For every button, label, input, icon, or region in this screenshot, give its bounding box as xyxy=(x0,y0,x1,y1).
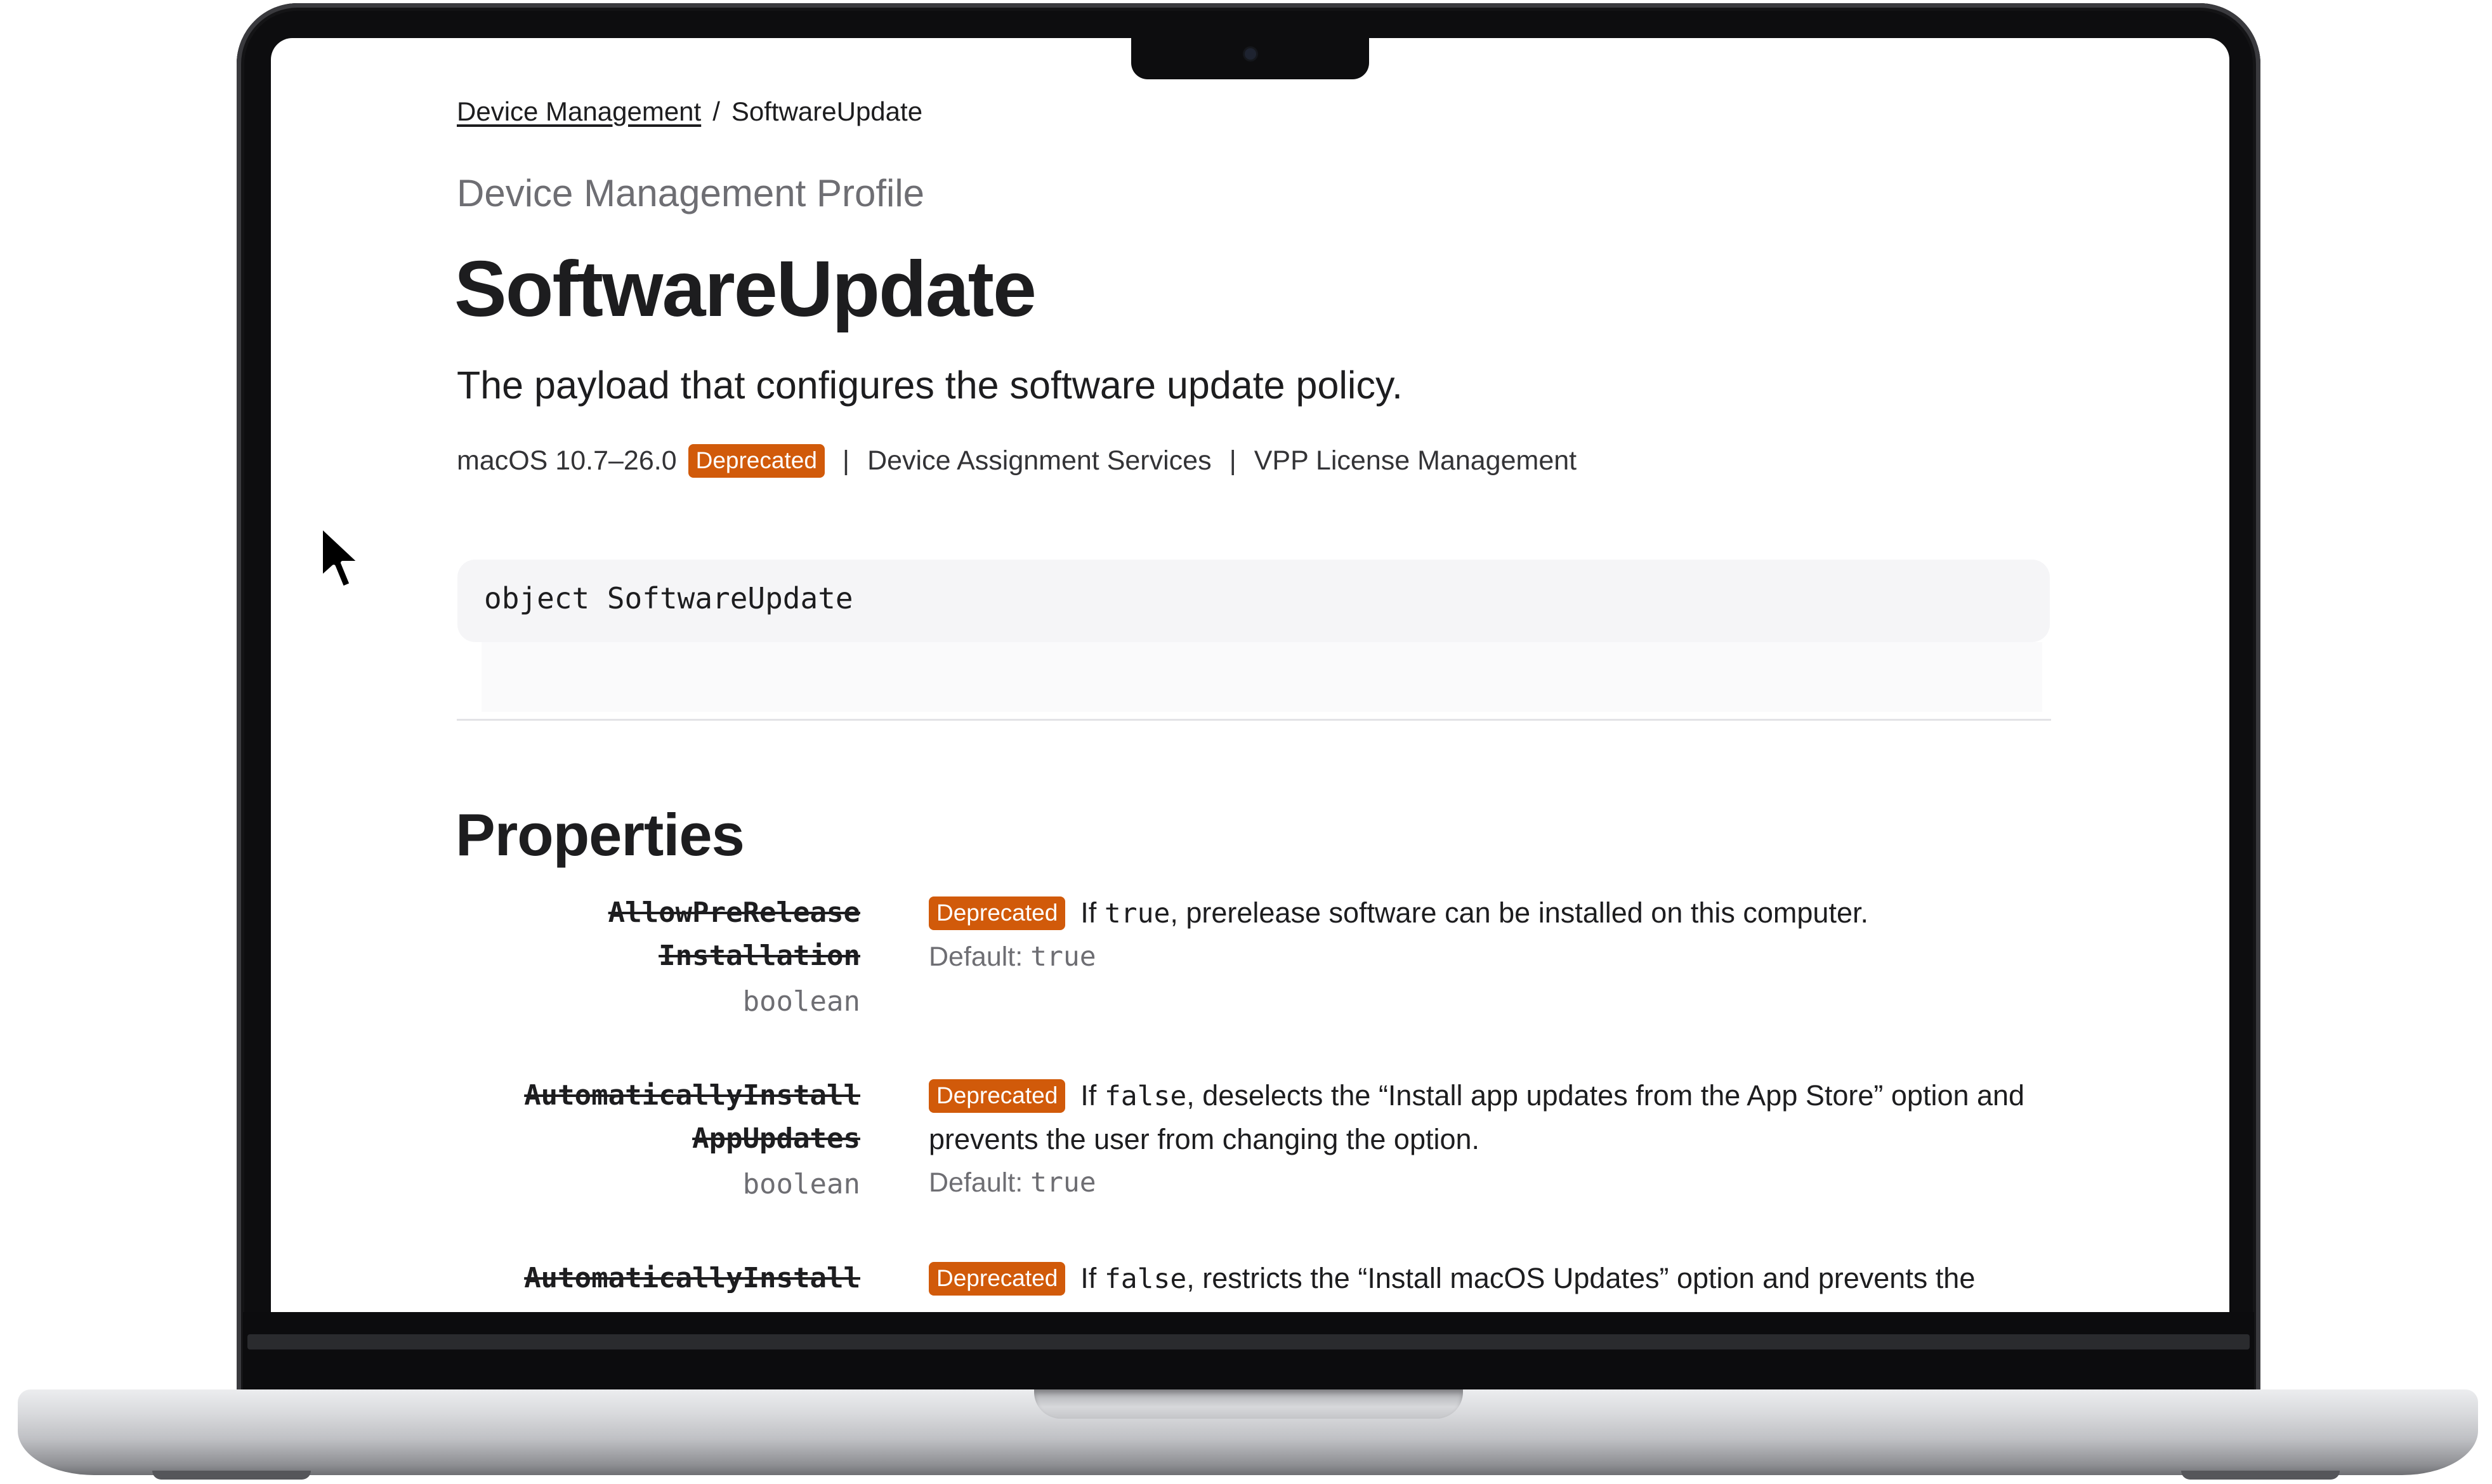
documentation-page: Device Management / SoftwareUpdate Devic… xyxy=(271,38,2229,1312)
deprecated-badge: Deprecated xyxy=(929,1262,1066,1296)
deprecated-badge: Deprecated xyxy=(929,896,1066,930)
desc-text: If xyxy=(1080,896,1105,929)
desc-text: , prerelease software can be installed o… xyxy=(1170,896,1868,929)
default-label: Default: xyxy=(929,942,1031,972)
property-name-line: AllowPreRelease xyxy=(608,896,860,929)
properties-heading: Properties xyxy=(456,801,745,868)
laptop-bezel-strip xyxy=(247,1334,2250,1349)
property-default: Default: true xyxy=(929,1161,2039,1204)
availability-separator: | xyxy=(842,445,850,476)
desc-text: If xyxy=(1080,1262,1105,1294)
availability-item-vpp: VPP License Management xyxy=(1254,445,1577,476)
camera-notch xyxy=(1131,37,1369,79)
breadcrumb-link-device-management[interactable]: Device Management xyxy=(457,96,701,127)
deprecated-badge: Deprecated xyxy=(929,1079,1066,1113)
desc-code: false xyxy=(1104,1263,1187,1295)
property-default: Default: true xyxy=(929,935,2039,978)
section-divider xyxy=(457,719,2051,721)
availability-row: macOS 10.7–26.0 Deprecated | Device Assi… xyxy=(457,444,1577,478)
desc-code: false xyxy=(1104,1080,1187,1112)
screen: Device Management / SoftwareUpdate Devic… xyxy=(271,38,2229,1312)
property-name-line: AppUpdates xyxy=(692,1122,860,1155)
page-title: SoftwareUpdate xyxy=(454,246,1037,333)
breadcrumb: Device Management / SoftwareUpdate xyxy=(457,96,922,127)
default-value: true xyxy=(1030,941,1096,973)
desc-text: , restricts the “Install macOS Updates” … xyxy=(1186,1262,1976,1294)
property-name[interactable]: AutomaticallyInstall xyxy=(524,1257,860,1300)
desc-text: If xyxy=(1080,1079,1105,1112)
page-abstract: The payload that configures the software… xyxy=(457,364,1403,407)
property-description: Deprecated If false, deselects the “Insta… xyxy=(929,1074,2039,1204)
declaration-backdrop xyxy=(482,642,2042,712)
laptop-foot-right xyxy=(2181,1471,2340,1480)
desc-code: true xyxy=(1104,898,1171,929)
availability-separator: | xyxy=(1229,445,1236,476)
camera-icon xyxy=(1245,48,1256,60)
mouse-pointer-icon xyxy=(319,524,362,590)
property-type: boolean xyxy=(742,985,860,1018)
property-name[interactable]: AllowPreRelease Installation xyxy=(608,891,860,978)
default-value: true xyxy=(1030,1167,1096,1198)
property-name-line: AutomaticallyInstall xyxy=(524,1079,860,1112)
property-description-text: Deprecated If true, prerelease software c… xyxy=(929,891,2039,935)
declaration-code: object SoftwareUpdate xyxy=(484,581,853,615)
property-type: boolean xyxy=(742,1168,860,1200)
platform-availability: macOS 10.7–26.0 xyxy=(457,445,677,476)
property-name[interactable]: AutomaticallyInstall AppUpdates xyxy=(524,1074,860,1160)
property-name-line: AutomaticallyInstall xyxy=(524,1262,860,1294)
declaration-box: object SoftwareUpdate xyxy=(457,560,2050,642)
laptop-thumb-notch xyxy=(1034,1389,1463,1419)
breadcrumb-current: SoftwareUpdate xyxy=(731,96,923,126)
property-description-text: Deprecated If false, deselects the “Insta… xyxy=(929,1074,2039,1161)
property-description-text: Deprecated If false, restricts the “Insta… xyxy=(929,1257,2039,1301)
page-eyebrow: Device Management Profile xyxy=(457,172,925,214)
laptop-foot-left xyxy=(152,1471,311,1480)
property-description: Deprecated If true, prerelease software c… xyxy=(929,891,2039,978)
property-name-line: Installation xyxy=(659,940,860,972)
deprecated-badge: Deprecated xyxy=(688,444,825,478)
breadcrumb-separator: / xyxy=(712,96,720,126)
availability-item-das: Device Assignment Services xyxy=(867,445,1212,476)
property-description: Deprecated If false, restricts the “Insta… xyxy=(929,1257,2039,1301)
default-label: Default: xyxy=(929,1167,1031,1198)
